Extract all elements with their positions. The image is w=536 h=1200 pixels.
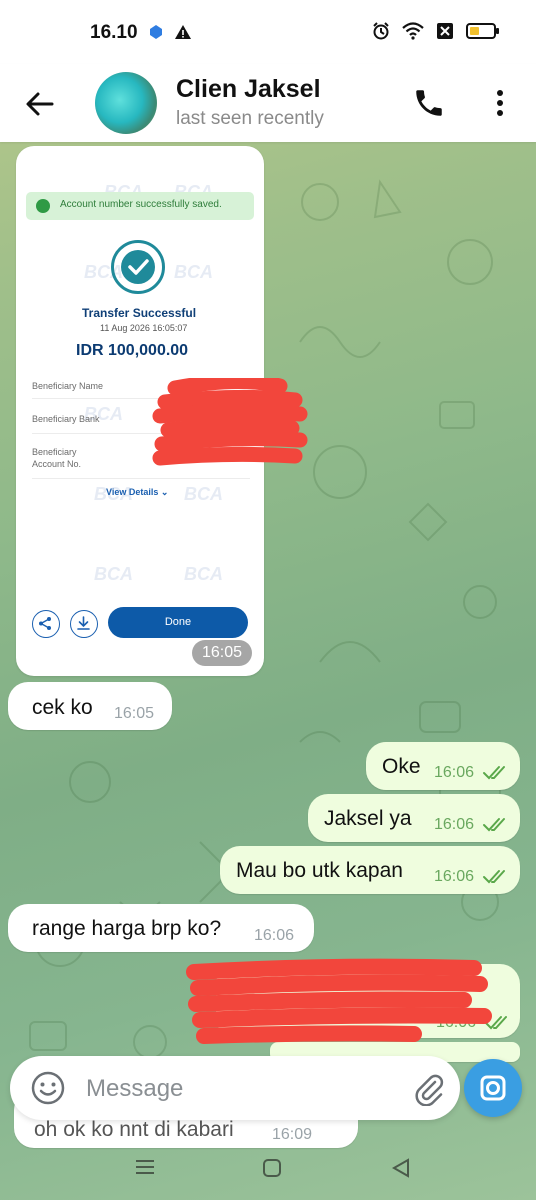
message-time: 16:06 bbox=[434, 764, 475, 781]
read-check-icon bbox=[483, 870, 505, 884]
home-icon bbox=[263, 1159, 281, 1177]
message-bubble-outgoing[interactable]: Mau bo utk kapan 16:06 bbox=[220, 846, 520, 894]
view-details-link: View Details ⌄ bbox=[106, 487, 168, 498]
alarm-icon bbox=[373, 22, 389, 40]
share-icon bbox=[32, 610, 60, 638]
chat-header: Clien Jaksel last seen recently bbox=[0, 64, 536, 142]
camera-icon bbox=[480, 1075, 506, 1101]
message-time: 16:06 bbox=[434, 816, 475, 833]
phone-icon[interactable] bbox=[412, 86, 446, 120]
message-time: 16:06 bbox=[434, 868, 475, 885]
message-bubble-incoming[interactable]: range harga brp ko? 16:06 bbox=[8, 904, 314, 952]
toast-banner: Account number successfully saved. bbox=[26, 192, 254, 220]
message-text: Mau bo utk kapan bbox=[236, 859, 403, 882]
message-time: 16:09 bbox=[272, 1126, 313, 1143]
avatar[interactable] bbox=[95, 72, 157, 134]
redaction-scribble bbox=[186, 958, 492, 1044]
camera-button[interactable] bbox=[464, 1059, 522, 1117]
message-bubble-outgoing[interactable]: Jaksel ya 16:06 bbox=[308, 794, 520, 842]
wifi-icon bbox=[402, 22, 424, 40]
field-beneficiary-bank: Beneficiary Bank bbox=[32, 414, 100, 424]
message-bubble-outgoing[interactable]: Oke 16:06 bbox=[366, 742, 520, 790]
recents-icon bbox=[136, 1160, 154, 1174]
image-time: 16:05 bbox=[192, 640, 252, 666]
check-circle-icon bbox=[36, 199, 50, 213]
back-arrow-icon[interactable] bbox=[24, 88, 56, 120]
contact-status: last seen recently bbox=[176, 108, 324, 129]
download-icon bbox=[70, 610, 98, 638]
field-beneficiary-name: Beneficiary Name bbox=[32, 381, 104, 391]
view-details-label: View Details bbox=[106, 487, 159, 497]
status-bar: 16.10 bbox=[0, 0, 536, 64]
battery-icon bbox=[466, 23, 499, 39]
sim-icon bbox=[437, 23, 453, 39]
receipt-title: Transfer Successful bbox=[82, 306, 197, 320]
system-nav-bar bbox=[136, 1158, 409, 1178]
message-time: 16:06 bbox=[254, 927, 295, 944]
message-composer bbox=[10, 1056, 460, 1120]
chevron-down-icon: ⌄ bbox=[160, 487, 169, 497]
redaction-scribble bbox=[152, 378, 308, 466]
watermark: BCA bbox=[94, 564, 133, 584]
read-check-icon bbox=[483, 818, 505, 832]
more-vertical-icon[interactable] bbox=[486, 86, 514, 120]
emoji-icon[interactable] bbox=[30, 1070, 66, 1106]
message-text: Jaksel ya bbox=[324, 807, 412, 830]
watermark: BCA bbox=[184, 484, 223, 504]
receipt-datetime: 11 Aug 2026 16:05:07 bbox=[100, 323, 188, 333]
watermark: BCA bbox=[184, 564, 223, 584]
message-text: cek ko bbox=[32, 696, 93, 719]
warning-icon bbox=[175, 25, 191, 39]
message-text: Oke bbox=[382, 755, 421, 778]
message-input[interactable] bbox=[84, 1072, 388, 1106]
paperclip-icon[interactable] bbox=[410, 1070, 446, 1106]
field-account-line1: Beneficiary bbox=[32, 447, 77, 457]
watermark: BCA bbox=[174, 262, 213, 282]
app-notification-icon bbox=[150, 25, 162, 39]
receipt-amount: IDR 100,000.00 bbox=[76, 342, 189, 359]
message-bubble-incoming[interactable]: cek ko 16:05 bbox=[8, 682, 172, 730]
message-time: 16:05 bbox=[114, 705, 155, 722]
message-text: range harga brp ko? bbox=[32, 917, 222, 940]
message-text: oh ok ko nnt di kabari bbox=[34, 1118, 234, 1141]
done-button-image: Done bbox=[108, 607, 248, 638]
success-icon bbox=[111, 240, 165, 294]
back-nav-icon bbox=[391, 1158, 409, 1178]
toast-text: Account number successfully saved. bbox=[60, 199, 222, 210]
read-check-icon bbox=[483, 766, 505, 780]
contact-name[interactable]: Clien Jaksel bbox=[176, 75, 321, 104]
status-time: 16.10 bbox=[90, 22, 138, 43]
field-account-line2: Account No. bbox=[32, 459, 82, 469]
